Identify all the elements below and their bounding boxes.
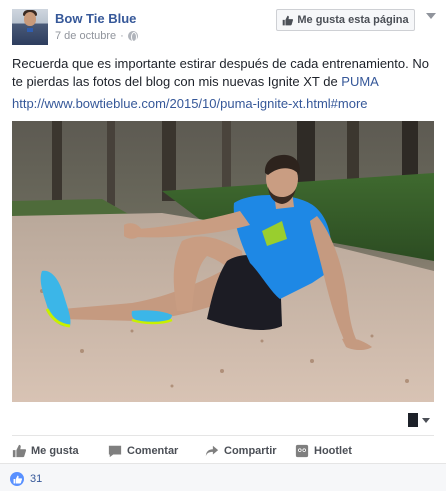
puma-link[interactable]: PUMA [341, 74, 379, 89]
reaction-summary[interactable]: 31 [10, 472, 42, 486]
like-button[interactable]: Me gusta [12, 444, 79, 458]
post-options-caret-icon[interactable] [426, 13, 436, 19]
post-text: Recuerda que es importante estirar despu… [12, 55, 432, 91]
thumbs-up-icon [13, 475, 22, 483]
actions-divider [12, 435, 434, 436]
globe-icon[interactable] [127, 31, 138, 42]
photo-runner-stretching [12, 121, 434, 402]
share-label: Compartir [224, 445, 277, 457]
page-avatar[interactable] [12, 9, 48, 45]
meta-separator: · [120, 30, 124, 42]
share-button[interactable]: Compartir [205, 444, 277, 458]
facebook-post: Bow Tie Blue 7 de octubre · Me gusta est… [0, 0, 446, 491]
share-arrow-icon [205, 445, 219, 457]
comment-button[interactable]: Comentar [108, 444, 178, 458]
comment-icon [108, 445, 122, 458]
bookmark-icon[interactable] [408, 413, 418, 427]
photo-tag-controls[interactable] [408, 413, 430, 427]
post-meta: 7 de octubre · [55, 30, 138, 42]
avatar-tie [27, 28, 33, 32]
hootlet-label: Hootlet [314, 445, 352, 457]
chevron-down-icon[interactable] [422, 417, 430, 423]
hootlet-button[interactable]: Hootlet [295, 444, 352, 458]
reaction-count: 31 [30, 473, 43, 485]
thumbs-up-icon [12, 444, 26, 458]
avatar-head [24, 12, 36, 26]
like-page-label: Me gusta esta página [297, 14, 409, 26]
post-photo[interactable] [12, 121, 434, 402]
page-name[interactable]: Bow Tie Blue [55, 11, 136, 26]
thumbs-up-icon [283, 15, 294, 25]
like-label: Me gusta [31, 445, 79, 457]
post-date[interactable]: 7 de octubre [55, 30, 116, 42]
post-url-link[interactable]: http://www.bowtieblue.com/2015/10/puma-i… [12, 96, 368, 111]
like-reaction-icon [10, 472, 24, 486]
hootlet-owl-icon [295, 444, 309, 458]
comment-label: Comentar [127, 445, 179, 457]
like-page-button[interactable]: Me gusta esta página [276, 9, 415, 31]
reactions-footer: 31 [0, 463, 446, 491]
